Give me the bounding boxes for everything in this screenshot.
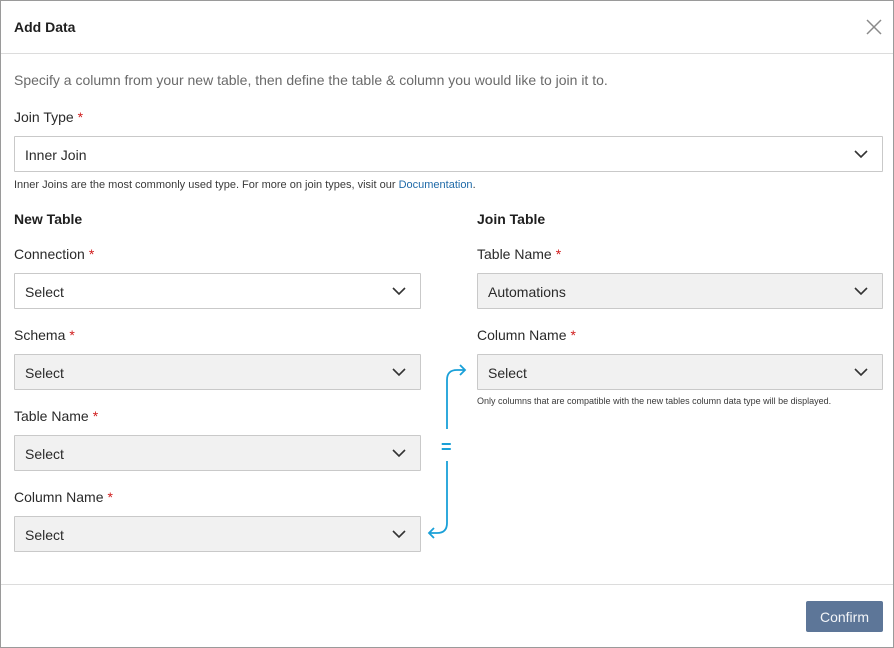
join-type-label-text: Join Type: [14, 109, 74, 125]
dialog-header: Add Data: [1, 1, 893, 54]
join-column-name-label: Column Name *: [477, 327, 576, 343]
join-column-name-label-text: Column Name: [477, 327, 567, 343]
new-column-name-label-text: Column Name: [14, 489, 104, 505]
new-column-name-select[interactable]: Select: [14, 516, 421, 552]
dialog-title: Add Data: [14, 19, 76, 35]
join-column-note: Only columns that are compatible with th…: [477, 396, 832, 406]
schema-label: Schema *: [14, 327, 75, 343]
schema-label-text: Schema: [14, 327, 66, 343]
schema-value: Select: [25, 365, 64, 381]
close-button[interactable]: [865, 18, 883, 36]
documentation-link[interactable]: Documentation: [399, 179, 473, 191]
add-data-dialog: Add Data Specify a column from your new …: [0, 0, 894, 648]
required-mark: *: [107, 489, 113, 505]
new-table-name-label: Table Name *: [14, 408, 98, 424]
chevron-down-icon: [854, 150, 868, 159]
join-table-name-select[interactable]: Automations: [477, 273, 883, 309]
chevron-down-icon: [392, 287, 406, 296]
connection-label-text: Connection: [14, 246, 85, 262]
chevron-down-icon: [854, 287, 868, 296]
required-mark: *: [555, 246, 562, 262]
new-table-name-value: Select: [25, 446, 64, 462]
join-table-name-label-text: Table Name: [477, 246, 552, 262]
join-type-label: Join Type *: [14, 109, 83, 125]
equals-symbol: =: [441, 437, 452, 457]
dialog-intro: Specify a column from your new table, th…: [14, 72, 608, 88]
join-type-select[interactable]: Inner Join: [14, 136, 883, 172]
join-column-name-select[interactable]: Select: [477, 354, 883, 390]
connection-select[interactable]: Select: [14, 273, 421, 309]
join-table-name-label: Table Name *: [477, 246, 561, 262]
new-column-name-label: Column Name *: [14, 489, 113, 505]
connection-label: Connection *: [14, 246, 94, 262]
join-type-help-text: Inner Joins are the most commonly used t…: [14, 179, 399, 191]
join-table-title: Join Table: [477, 211, 546, 227]
required-mark: *: [570, 327, 576, 343]
join-type-help: Inner Joins are the most commonly used t…: [14, 179, 476, 191]
required-mark: *: [69, 327, 75, 343]
close-icon: [866, 19, 882, 35]
join-table-name-value: Automations: [488, 284, 566, 300]
required-mark: *: [92, 408, 99, 424]
connection-value: Select: [25, 284, 64, 300]
footer-divider: [1, 584, 893, 585]
join-column-name-value: Select: [488, 365, 527, 381]
join-type-value: Inner Join: [25, 147, 87, 163]
chevron-down-icon: [392, 368, 406, 377]
new-column-name-value: Select: [25, 527, 64, 543]
schema-select[interactable]: Select: [14, 354, 421, 390]
chevron-down-icon: [854, 368, 868, 377]
join-type-help-suffix: .: [472, 179, 476, 191]
confirm-button[interactable]: Confirm: [806, 601, 883, 632]
chevron-down-icon: [392, 530, 406, 539]
required-mark: *: [88, 246, 95, 262]
new-table-name-label-text: Table Name: [14, 408, 89, 424]
required-mark: *: [77, 109, 84, 125]
new-table-title: New Table: [14, 211, 83, 227]
chevron-down-icon: [392, 449, 406, 458]
new-table-name-select[interactable]: Select: [14, 435, 421, 471]
